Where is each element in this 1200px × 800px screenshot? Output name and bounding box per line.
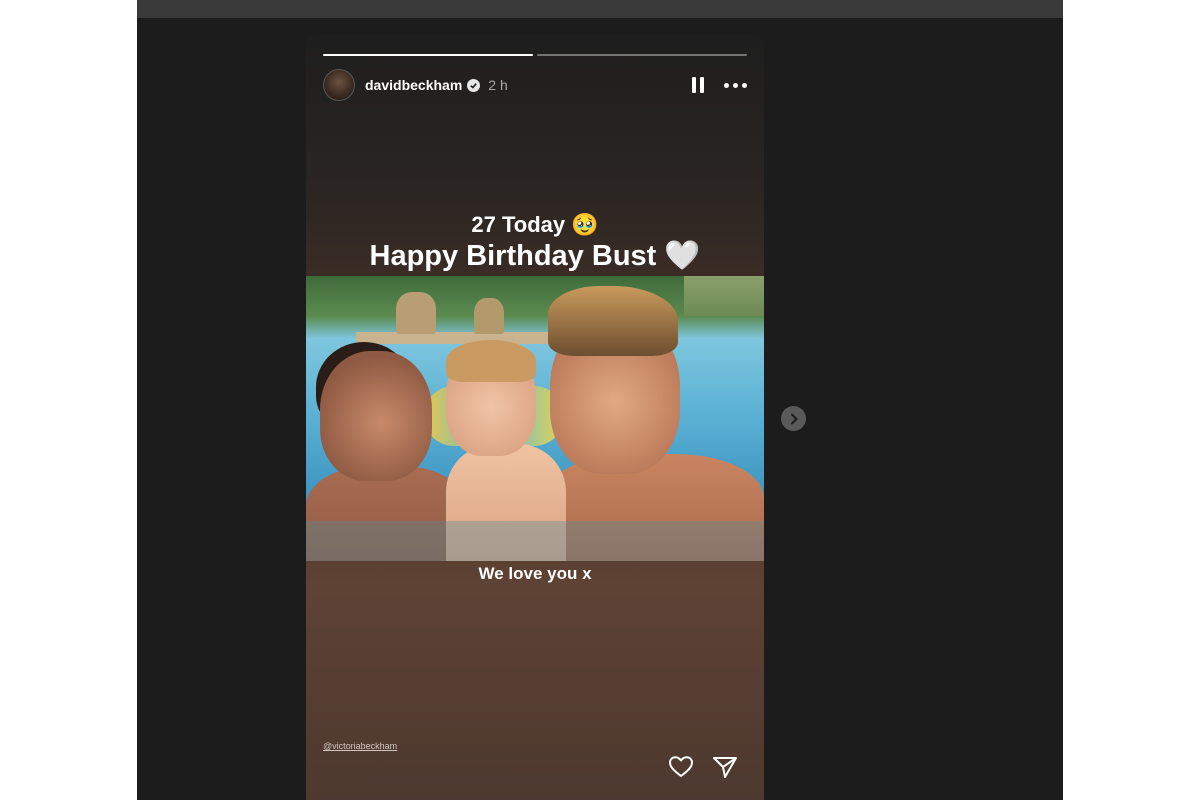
family-photo bbox=[306, 276, 764, 561]
send-icon[interactable] bbox=[712, 754, 738, 780]
username[interactable]: davidbeckham bbox=[365, 77, 462, 93]
pause-icon[interactable] bbox=[692, 77, 704, 93]
avatar[interactable] bbox=[323, 69, 355, 101]
progress-segment-1 bbox=[323, 54, 533, 56]
post-time: 2 h bbox=[488, 77, 508, 93]
heart-icon[interactable] bbox=[668, 754, 694, 780]
progress-segment-2 bbox=[537, 54, 747, 56]
story-controls bbox=[692, 77, 747, 93]
person-woman bbox=[320, 351, 432, 481]
story-actions bbox=[668, 754, 738, 780]
verified-badge-icon bbox=[467, 78, 481, 92]
story-text-line2: Happy Birthday Bust 🤍 bbox=[369, 240, 701, 272]
statue bbox=[474, 298, 504, 334]
mention-tag[interactable]: @victoriabeckham bbox=[323, 741, 397, 751]
chevron-right-icon[interactable] bbox=[781, 406, 806, 431]
more-icon[interactable] bbox=[724, 82, 747, 88]
story-caption: We love you x bbox=[478, 564, 592, 583]
story-card[interactable]: davidbeckham 2 h 27 Today 🥹 Happy Birthd… bbox=[306, 35, 764, 800]
progress-bars bbox=[323, 54, 747, 56]
top-bar bbox=[137, 0, 1063, 18]
story-viewer: davidbeckham 2 h 27 Today 🥹 Happy Birthd… bbox=[137, 0, 1063, 800]
story-text-line1: 27 Today 🥹 bbox=[471, 212, 599, 237]
story-header: davidbeckham 2 h bbox=[323, 69, 747, 101]
statue bbox=[396, 292, 436, 334]
